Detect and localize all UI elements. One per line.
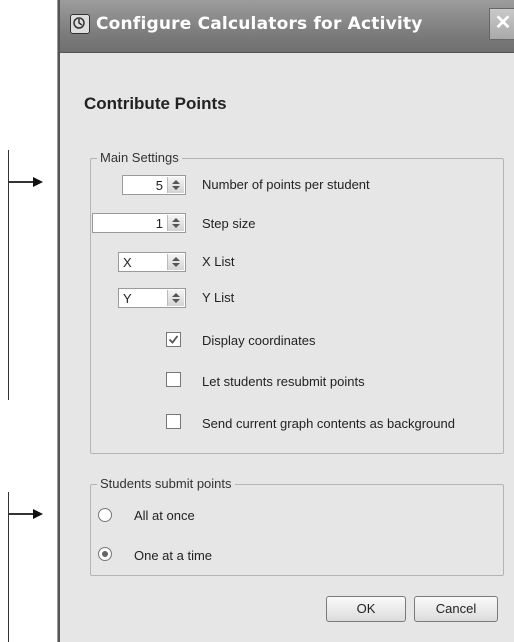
close-icon[interactable]: ✕ <box>489 8 514 40</box>
step-size-stepper[interactable]: 1 <box>92 213 186 233</box>
section-heading: Contribute Points <box>84 94 227 113</box>
cancel-button[interactable]: Cancel <box>414 596 498 622</box>
send-background-checkbox[interactable] <box>166 414 181 429</box>
radio-selected-dot <box>102 551 108 557</box>
send-background-label: Send current graph contents as backgroun… <box>202 416 455 431</box>
resubmit-points-label: Let students resubmit points <box>202 374 365 389</box>
title-bar[interactable]: Configure Calculators for Activity ✕ <box>60 0 514 53</box>
points-per-student-stepper[interactable]: 5 <box>122 175 186 195</box>
display-coordinates-label: Display coordinates <box>202 333 316 348</box>
y-list-select[interactable]: Y <box>118 288 186 308</box>
step-size-value: 1 <box>155 216 163 231</box>
all-at-once-radio[interactable] <box>98 508 112 522</box>
display-coordinates-checkbox[interactable] <box>166 332 181 347</box>
checkmark-icon <box>168 335 179 344</box>
y-list-label: Y List <box>202 290 235 305</box>
annotation-bracket-top <box>8 150 9 400</box>
app-icon <box>70 14 90 34</box>
stepper-arrows-icon[interactable] <box>167 254 184 270</box>
resubmit-points-checkbox[interactable] <box>166 372 181 387</box>
window-title: Configure Calculators for Activity <box>96 14 423 34</box>
one-at-a-time-label: One at a time <box>134 548 213 563</box>
points-per-student-value: 5 <box>155 178 163 193</box>
points-per-student-label: Number of points per student <box>202 177 370 192</box>
annotation-arrow-line-bottom <box>8 513 34 515</box>
one-at-a-time-radio[interactable] <box>98 547 112 561</box>
all-at-once-label: All at once <box>134 508 195 523</box>
ok-button[interactable]: OK <box>326 596 406 622</box>
main-settings-legend: Main Settings <box>97 150 182 165</box>
stepper-arrows-icon[interactable] <box>167 290 184 306</box>
step-size-label: Step size <box>202 216 256 231</box>
annotation-arrowhead-bottom <box>33 509 43 519</box>
x-list-label: X List <box>202 254 235 269</box>
stepper-arrows-icon[interactable] <box>167 215 184 231</box>
students-submit-legend: Students submit points <box>97 476 235 491</box>
x-list-select[interactable]: X <box>118 252 186 272</box>
annotation-arrow-line-top <box>8 181 34 183</box>
x-list-value: X <box>123 255 132 270</box>
annotation-arrowhead-top <box>33 177 43 187</box>
configure-calculators-dialog: Configure Calculators for Activity ✕ Con… <box>58 0 514 642</box>
stepper-arrows-icon[interactable] <box>167 177 184 193</box>
y-list-value: Y <box>123 291 132 306</box>
